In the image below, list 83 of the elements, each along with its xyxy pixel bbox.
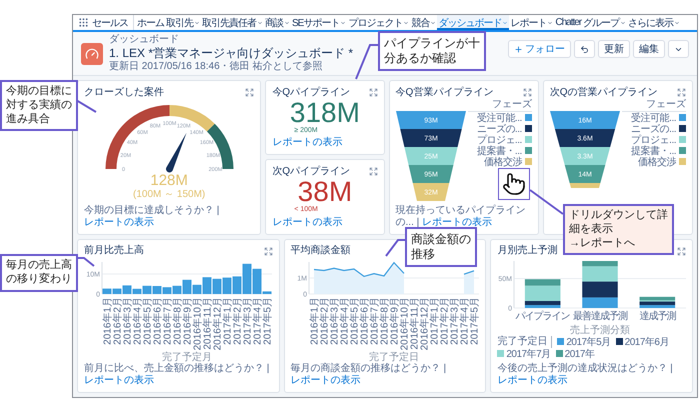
- legend-label: 2017年: [564, 348, 594, 360]
- legend-label: 2017年5月: [566, 336, 611, 348]
- legend-title: フェーズ: [622, 99, 686, 112]
- legend-label: 提案書・...: [476, 144, 522, 156]
- legend-label: 受注可能...: [631, 112, 676, 124]
- axis-tick-label: 2017年5月: [262, 296, 274, 344]
- axis-tick-label: 2016年6月: [359, 296, 370, 344]
- note-callout: 商談金額の 推移: [405, 227, 477, 267]
- axis-tick-label: 2017年3月: [449, 296, 460, 344]
- axis-tick-label: 2016年3月: [122, 296, 134, 344]
- legend-title: フェーズ: [468, 99, 532, 112]
- axis-tick-label: 2016年8月: [172, 296, 184, 344]
- page-title: 1. LEX *営業マネージャ向けダッシュボード *: [109, 46, 354, 60]
- axis-tick-label: 2016年7月: [162, 296, 174, 344]
- gauge-range: (100M ～ 150M): [133, 189, 206, 201]
- axis-tick-label: 2016年2月: [112, 296, 124, 344]
- card-title: 月別売上予測: [497, 245, 558, 257]
- axis-title: 売上予測分類: [570, 324, 630, 336]
- axis-tick-label: 2016年9月: [182, 296, 194, 344]
- axis-tick-label: 2016年1月: [102, 296, 114, 344]
- legend-label: 価格交渉: [638, 156, 676, 168]
- axis-tick-label: 2017年2月: [439, 296, 450, 344]
- axis-tick-label: 2017年2月: [232, 296, 244, 344]
- axis-tick-label: 2016年6月: [152, 296, 164, 344]
- legend-title: 完了予定日: [497, 336, 552, 348]
- card-footer-text: 前月に比べ、売上金額の推移はどうか？ | レポートの表示: [84, 363, 270, 387]
- card-footer-text: 毎月の商談金額の推移はどうか？ | レポートの表示: [290, 363, 448, 387]
- axis-tick-label: 2016年10月: [192, 296, 204, 350]
- highlight-callout: ドリルダウンして詳 細を表示 →レポートへ: [563, 204, 674, 256]
- legend-label: 価格交渉: [484, 156, 522, 168]
- axis-tick-label: パイプライン: [516, 310, 570, 322]
- axis-tick-label: 2016年5月: [349, 296, 360, 344]
- axis-tick-label: 2017年1月: [429, 296, 440, 344]
- card-footer-text: 今期の目標に達成しそうか？ | レポートの表示: [84, 204, 220, 228]
- card-title: 次Qパイプライン: [272, 166, 350, 178]
- axis-tick-label: 2017年3月: [242, 296, 254, 344]
- card-title: 今Qパイプライン: [272, 86, 350, 98]
- card-title: 前月比売上高: [84, 245, 144, 257]
- card-title: 次Qの営業パイプライン: [550, 86, 658, 98]
- axis-tick-label: 2017年4月: [459, 296, 470, 344]
- card-title: 今Q営業パイプライン: [396, 86, 494, 98]
- legend-label: プロジェ...: [631, 134, 676, 146]
- note-callout: 毎月の売上高 の移り変わり: [0, 254, 78, 292]
- axis-tick-label: 2016年2月: [319, 296, 330, 344]
- legend-label: ニーズの...: [631, 122, 676, 134]
- note-callout: 今期の目標に 対する実績の 進み具合: [0, 80, 78, 132]
- axis-tick-label: 2017年4月: [252, 296, 264, 344]
- legend-label: 提案書・...: [631, 144, 676, 156]
- legend-label: 2017年6月: [624, 336, 669, 348]
- legend-label: 受注可能...: [476, 112, 522, 124]
- updated-info: 更新日 2017/05/16 18:46・徳田 祐介として参照: [109, 61, 322, 73]
- axis-tick-label: 2016年12月: [212, 296, 224, 350]
- axis-title: 完了予定日: [368, 352, 419, 362]
- card-title: クローズした案件: [84, 86, 164, 98]
- axis-tick-label: 2016年12月: [419, 296, 430, 350]
- metric-value: 38M: [298, 178, 352, 206]
- axis-tick-label: 最善達成予測: [573, 310, 628, 322]
- axis-tick-label: 2016年7月: [369, 296, 380, 344]
- axis-tick-label: 2016年3月: [329, 296, 340, 344]
- axis-tick-label: 2016年5月: [142, 296, 154, 344]
- note-callout: パイプラインが十 分あるか確認: [378, 31, 486, 71]
- axis-tick-label: 達成予測: [640, 310, 676, 322]
- axis-tick-label: 2016年4月: [339, 296, 350, 344]
- axis-tick-label: 2016年11月: [409, 296, 420, 350]
- legend-label: プロジェ...: [476, 134, 522, 146]
- card-footer-text: 今後の売上予測の達成状況はどうか？ | レポートの表示: [497, 363, 674, 387]
- card-title: 平均商談金額: [290, 245, 351, 257]
- axis-title: 完了予定月: [162, 352, 212, 362]
- object-type-label: ダッシュボード: [109, 34, 179, 46]
- axis-tick-label: 2016年4月: [132, 296, 144, 344]
- axis-tick-label: 2017年1月: [222, 296, 234, 344]
- axis-tick-label: 2016年9月: [389, 296, 400, 344]
- gauge-value: 128M: [150, 173, 188, 189]
- metric-value: 318M: [290, 99, 360, 127]
- axis-tick-label: 2016年8月: [379, 296, 390, 344]
- axis-tick-label: 2016年11月: [202, 296, 214, 350]
- legend-label: ニーズの...: [476, 122, 522, 134]
- axis-tick-label: 2017年5月: [469, 296, 480, 344]
- axis-tick-label: 2016年1月: [309, 296, 320, 344]
- legend-label: 2017年7月: [506, 348, 551, 360]
- card-footer-text: 現在持っているパイプラインの... | レポートの表示: [396, 204, 527, 228]
- axis-tick-label: 2016年10月: [399, 296, 410, 350]
- app-title: セールス: [92, 16, 128, 30]
